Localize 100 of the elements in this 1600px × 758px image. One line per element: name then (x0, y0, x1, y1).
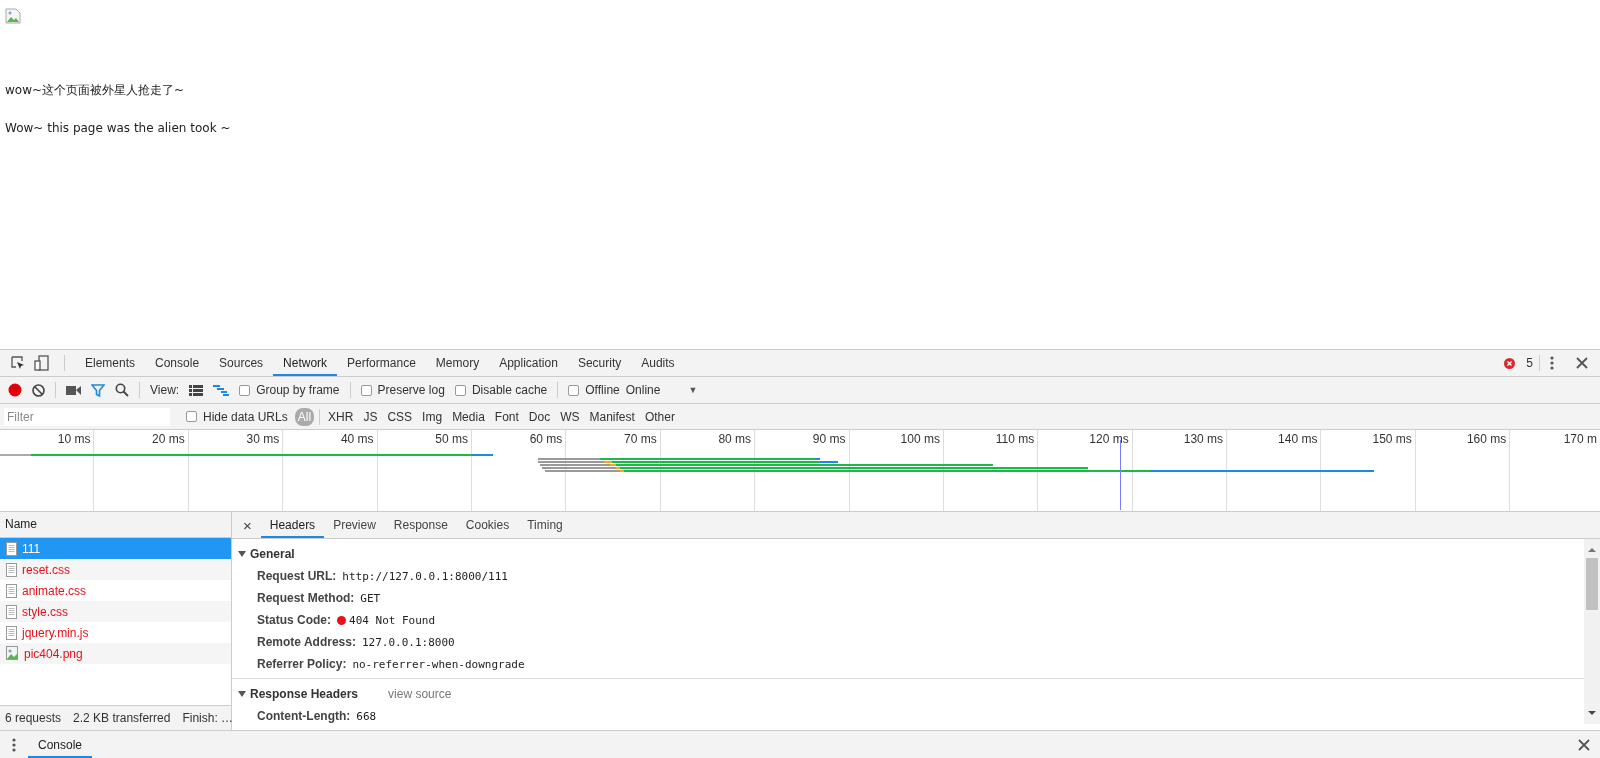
list-view-icon[interactable] (189, 384, 204, 396)
type-filter-button[interactable]: JS (360, 407, 381, 426)
header-value: 127.0.0.1:8000 (361, 635, 455, 649)
header-value: no-referrer-when-downgrade (352, 657, 525, 671)
tick-label: 90 ms (812, 432, 846, 446)
tick-label: 100 ms (900, 432, 940, 446)
tab[interactable]: Sources (209, 350, 274, 376)
record-icon[interactable] (8, 383, 22, 397)
type-filter-button[interactable]: WS (557, 407, 583, 426)
request-row[interactable]: pic404.png (0, 643, 231, 664)
device-icon[interactable] (34, 355, 50, 371)
error-icon (1504, 357, 1516, 369)
expanded-triangle-icon[interactable] (238, 690, 246, 698)
type-filter-button[interactable]: Font (491, 407, 522, 426)
more-menu-icon[interactable] (1550, 356, 1554, 370)
header-name: Remote Address: (257, 635, 356, 649)
filter-icon[interactable] (91, 383, 105, 397)
checkbox[interactable] (186, 411, 197, 422)
document-icon (6, 562, 17, 577)
filter-field[interactable]: Filter (4, 407, 170, 426)
expanded-triangle-icon[interactable] (238, 550, 246, 558)
broken-image-icon (5, 8, 21, 24)
document-icon (6, 583, 17, 598)
tab[interactable]: Security (567, 350, 632, 376)
tab[interactable]: Performance (337, 350, 426, 376)
header-name: Status Code: (257, 613, 331, 627)
more-menu-icon[interactable] (12, 737, 16, 752)
checkbox[interactable] (239, 384, 251, 396)
section-title[interactable]: Response Headers (250, 687, 359, 701)
tick-label: 150 ms (1372, 432, 1412, 446)
scrollbar[interactable] (1584, 539, 1600, 724)
header-name: Content-Length: (257, 709, 351, 723)
view-label: View: (150, 383, 180, 397)
document-icon (6, 604, 17, 619)
tab[interactable]: Audits (631, 350, 685, 376)
header-value: http://127.0.0.1:8000/111 (342, 569, 508, 583)
clear-icon[interactable] (32, 383, 45, 397)
search-icon[interactable] (115, 383, 129, 397)
document-icon (6, 625, 17, 640)
camera-icon[interactable] (66, 384, 81, 396)
tab[interactable]: Memory (425, 350, 490, 376)
tick-label: 140 ms (1278, 432, 1318, 446)
tick-label: 110 ms (995, 432, 1035, 446)
option-label: Disable cache (471, 383, 548, 397)
tab[interactable]: Console (145, 350, 210, 376)
tick-label: 70 ms (624, 432, 657, 446)
tab[interactable]: Application (489, 350, 568, 376)
type-filter-button[interactable]: Media (449, 407, 488, 426)
throttling-dropdown[interactable]: Online ▼ (625, 383, 698, 397)
tick-label: 30 ms (246, 432, 280, 446)
request-row[interactable]: jquery.min.js (0, 622, 231, 643)
summary-text: 2.2 KB transferred (73, 711, 171, 725)
tab[interactable]: Network (273, 350, 338, 376)
tab[interactable]: Console (28, 731, 93, 758)
header-name: Request Method: (257, 591, 355, 605)
type-filter-button[interactable]: XHR (325, 407, 357, 426)
tab[interactable]: Preview (324, 512, 385, 538)
tab[interactable]: Response (384, 512, 457, 538)
tick-label: 160 ms (1466, 432, 1507, 446)
tab[interactable]: Cookies (456, 512, 519, 538)
option-label: Preserve log (377, 383, 445, 397)
request-row[interactable]: reset.css (0, 559, 231, 580)
tab[interactable]: Elements (75, 350, 146, 376)
image-file-icon (6, 646, 19, 661)
paragraph: Wow~ this page was the alien took ~ (5, 121, 231, 135)
request-row[interactable]: style.css (0, 601, 231, 622)
checkbox[interactable] (568, 384, 580, 396)
type-filter-button[interactable]: Doc (525, 407, 554, 426)
header-value: 668 (356, 709, 377, 723)
document-icon (6, 541, 17, 556)
column-header[interactable]: Name (0, 512, 231, 538)
option-label: Offline (585, 383, 620, 397)
close-button[interactable]: × (240, 516, 255, 534)
summary-text: 6 requests (5, 711, 62, 725)
tab[interactable]: Headers (260, 512, 325, 538)
close-icon[interactable] (1578, 738, 1590, 751)
section-title[interactable]: General (250, 547, 295, 561)
type-filter-button[interactable]: Img (419, 407, 446, 426)
tick-label: 130 ms (1183, 432, 1224, 446)
inspect-icon[interactable] (10, 355, 26, 371)
tick-label: 20 ms (152, 432, 185, 446)
summary-text: Finish: … (182, 711, 234, 725)
tick-label: 170 m (1563, 432, 1597, 446)
view-source-link[interactable]: view source (388, 687, 452, 701)
paragraph: wow~这个页面被外星人抢走了~ (5, 82, 185, 99)
type-filter-button[interactable]: Manifest (586, 407, 638, 426)
type-filter-button[interactable]: CSS (384, 407, 416, 426)
tick-label: 10 ms (57, 432, 91, 446)
waterfall-view-icon[interactable] (213, 384, 230, 396)
header-name: Referrer Policy: (257, 657, 347, 671)
tick-label: 80 ms (718, 432, 752, 446)
checkbox[interactable] (454, 384, 466, 396)
header-name: Request URL: (257, 569, 337, 583)
tick-label: 40 ms (340, 432, 374, 446)
checkbox[interactable] (360, 384, 372, 396)
tab[interactable]: Timing (518, 512, 572, 538)
type-filter-button[interactable]: Other (641, 407, 678, 426)
close-icon[interactable] (1576, 357, 1588, 369)
request-row[interactable]: animate.css (0, 580, 231, 601)
error-count: 5 (1526, 356, 1533, 370)
